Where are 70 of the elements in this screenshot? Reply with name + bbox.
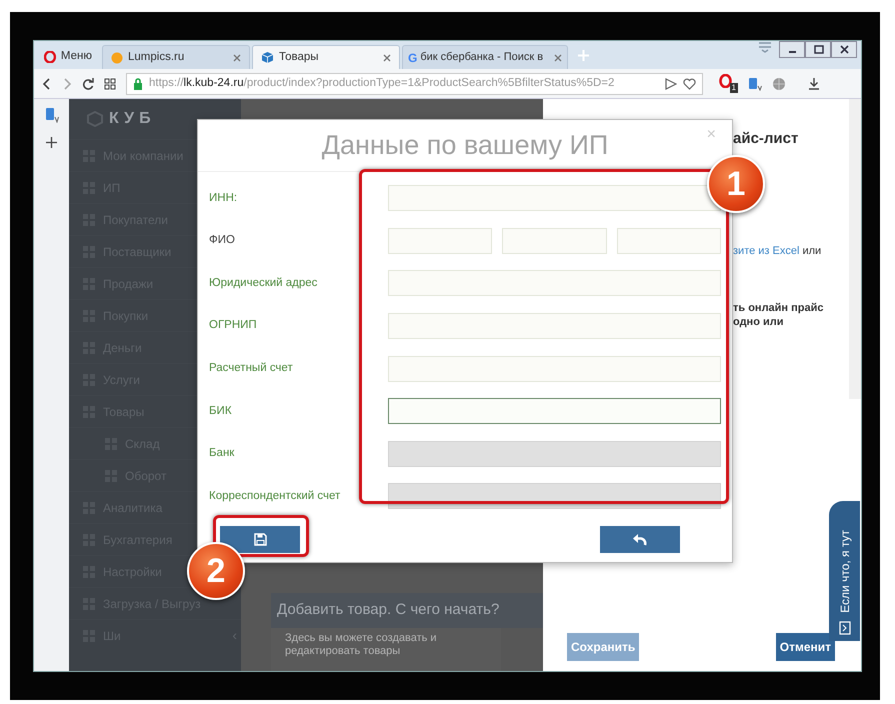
grid-icon [104,78,116,90]
close-icon [554,54,562,62]
maximize-button[interactable] [805,41,831,58]
close-button[interactable]: × [700,122,722,148]
url-text: https://lk.kub-24.ru/product/index?productionType=1&ProductSearch%5BfilterStatus%5D=2 [149,76,616,91]
cube-icon [261,51,274,64]
translate-icon [748,76,762,90]
vpn-button[interactable] [772,76,786,90]
minimize-icon [788,51,796,53]
panel-title: айс-лист [733,129,798,149]
opera-icon [44,51,56,63]
maximize-icon [814,45,824,54]
field-label: ФИО [208,233,236,248]
add-button[interactable] [46,137,57,148]
lock-icon [133,78,143,90]
plus-icon [46,137,57,148]
menu-lines-icon [757,41,773,53]
plus-icon [578,50,589,60]
help-card-title: Добавить товар. С чего начать? [271,593,543,628]
browser-tab[interactable]: Товары [252,45,400,69]
collapse-arrow[interactable]: ‹ [232,625,237,646]
reload-button[interactable] [82,78,94,90]
panel-text: зите из Excel или [733,244,822,258]
close-window-button[interactable] [831,41,857,58]
chat-tab[interactable]: Если что, я тут [829,501,860,641]
translate-icon [44,107,58,123]
undo-arrow-icon [632,532,648,546]
address-field[interactable]: https://lk.kub-24.ru/product/index?productionType=1&ProductSearch%5BfilterStatus%5D=2 [126,72,703,94]
globe-icon [772,76,786,90]
cancel-button[interactable]: Отменит [776,633,835,661]
opera-icon [719,74,732,88]
close-icon [383,54,391,62]
translate-button[interactable] [748,76,762,90]
back-icon [42,78,52,90]
save-button[interactable] [220,526,300,553]
download-icon [808,77,820,90]
count-badge: 1 [730,83,738,93]
back-button[interactable] [42,78,52,90]
cube-logo-icon [87,111,103,127]
close-tab-button[interactable] [554,54,562,62]
forward-button[interactable] [62,78,72,90]
dialog-title: Данные по вашему ИП [322,129,608,162]
close-tab-button[interactable] [233,54,241,62]
chat-icon [838,621,850,635]
menu-button[interactable]: Меню [36,45,100,69]
field-label: ИНН: [208,190,238,206]
send-icon[interactable] [665,78,677,90]
opera-extension-button[interactable]: 1 [719,74,738,93]
panel-text: ть онлайн прайс одно или [733,301,824,329]
close-tab-button[interactable] [383,54,391,62]
google-icon: G [408,48,418,66]
close-icon [840,45,848,54]
logo-text: КУБ [109,109,156,129]
translate-button[interactable] [44,107,58,123]
back-button[interactable] [600,526,680,553]
input-field[interactable] [388,398,721,424]
heart-icon[interactable] [683,78,696,90]
close-icon [233,54,241,62]
download-button[interactable] [808,77,820,90]
excel-link[interactable]: зите из Excel [733,244,800,256]
circle-icon [111,52,123,64]
scrollbar[interactable] [849,99,861,399]
reload-icon [82,78,94,90]
field-label: БИК [208,404,233,419]
browser-tab[interactable]: Lumpics.ru [102,45,250,69]
field-label: Банк [208,446,236,462]
minimize-button[interactable] [779,41,805,58]
forward-icon [62,78,72,90]
tiles-button[interactable] [104,78,116,90]
browser-tab[interactable]: G бик сбербанка - Поиск в [402,45,568,69]
